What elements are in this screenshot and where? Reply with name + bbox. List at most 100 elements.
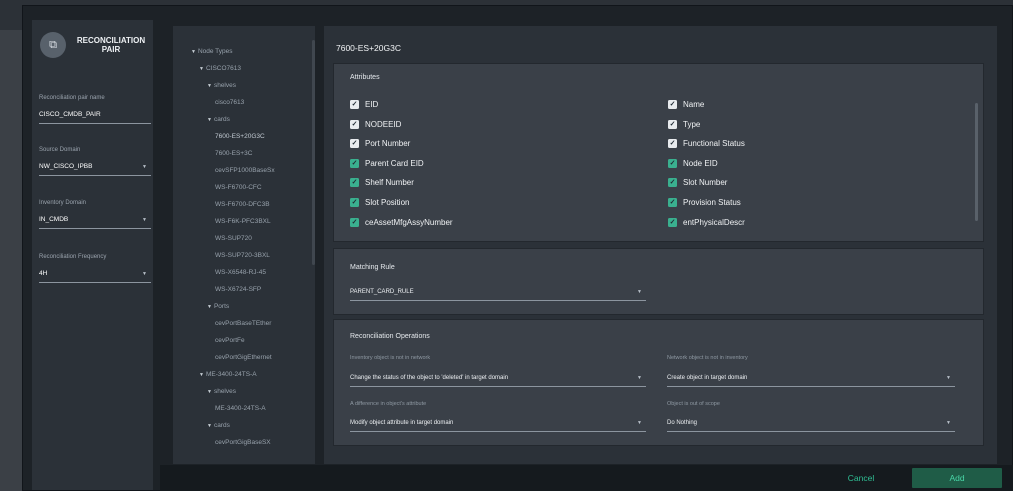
dialog-footer: Cancel Add bbox=[160, 465, 1013, 491]
pair-settings-panel: ⧉ RECONCILIATION PAIR Reconciliation pai… bbox=[32, 20, 153, 490]
chevron-down-icon[interactable]: ▼ bbox=[207, 117, 212, 123]
tree-item[interactable]: 7600-ES+20G3C bbox=[215, 133, 265, 140]
checkbox-checked-icon[interactable]: ✓ bbox=[350, 198, 359, 207]
chevron-down-icon: ▼ bbox=[142, 163, 147, 170]
attribute-checkbox[interactable]: ✓ NODEEID bbox=[350, 119, 402, 129]
tree-item-label: Node Types bbox=[197, 48, 233, 55]
attribute-checkbox[interactable]: ✓ Provision Status bbox=[668, 198, 741, 207]
attribute-checkbox[interactable]: ✓ Port Number bbox=[350, 139, 411, 149]
attribute-checkbox[interactable]: ✓ Shelf Number bbox=[350, 178, 414, 188]
checkbox-checked-icon[interactable]: ✓ bbox=[668, 158, 677, 168]
attribute-checkbox[interactable]: ✓ Name bbox=[668, 100, 704, 109]
checkbox-checked-icon[interactable]: ✓ bbox=[350, 217, 359, 227]
tree-item[interactable]: cevPortGigBaseSX bbox=[215, 439, 271, 446]
tree-item[interactable]: cevPortBaseTEther bbox=[215, 320, 271, 327]
pair-icon: ⧉ bbox=[40, 32, 66, 58]
attributes-card: Attributes ✓ EID ✓ NODEEID ✓ Port Number ✓ Pare… bbox=[333, 63, 984, 242]
add-button[interactable]: Add bbox=[912, 468, 1002, 488]
op-select-network-missing[interactable]: Create object in target domain ▼ bbox=[667, 375, 955, 387]
inventory-domain-label: Inventory Domain bbox=[39, 200, 87, 206]
tree-item[interactable]: cevSFP1000BaseSx bbox=[215, 167, 275, 174]
pair-name-input[interactable]: CISCO_CMDB_PAIR bbox=[39, 111, 151, 124]
attribute-checkbox[interactable]: ✓ Node EID bbox=[668, 158, 718, 168]
checkbox-checked-icon[interactable]: ✓ bbox=[350, 178, 359, 188]
tree-item-label: ME-3400-24TS-A bbox=[205, 371, 257, 378]
matching-rule-title: Matching Rule bbox=[350, 264, 395, 271]
attribute-checkbox[interactable]: ✓ Parent Card EID bbox=[350, 158, 424, 168]
op-select-out-of-scope[interactable]: Do Nothing ▼ bbox=[667, 420, 955, 432]
chevron-down-icon[interactable]: ▼ bbox=[207, 423, 212, 429]
tree-scrollbar[interactable] bbox=[312, 40, 315, 265]
tree-item[interactable]: cisco7613 bbox=[215, 99, 244, 106]
attribute-label: entPhysicalDescr bbox=[683, 217, 745, 227]
chevron-down-icon[interactable]: ▼ bbox=[207, 83, 212, 89]
reconciliation-operations-card: Reconciliation Operations Inventory obje… bbox=[333, 319, 984, 446]
checkbox-checked-icon[interactable]: ✓ bbox=[350, 119, 359, 129]
tree-item[interactable]: 7600-ES+3C bbox=[215, 150, 252, 157]
tree-item-label: 7600-ES+20G3C bbox=[215, 133, 265, 140]
checkbox-checked-icon[interactable]: ✓ bbox=[668, 139, 677, 149]
attribute-checkbox[interactable]: ✓ Type bbox=[668, 119, 700, 129]
op-label-out-of-scope: Object is out of scope bbox=[667, 401, 720, 407]
tree-item[interactable]: ▼ cards bbox=[207, 116, 230, 123]
checkbox-checked-icon[interactable]: ✓ bbox=[668, 198, 677, 207]
inventory-domain-select[interactable]: IN_CMDB ▼ bbox=[39, 216, 151, 229]
tree-item[interactable]: ▼ Ports bbox=[207, 303, 229, 310]
attributes-scrollbar[interactable] bbox=[975, 103, 978, 221]
chevron-down-icon[interactable]: ▼ bbox=[207, 389, 212, 395]
attribute-label: Shelf Number bbox=[365, 178, 414, 188]
pair-name-value: CISCO_CMDB_PAIR bbox=[39, 111, 101, 118]
op-select-inventory-missing[interactable]: Change the status of the object to 'dele… bbox=[350, 375, 646, 387]
attribute-checkbox[interactable]: ✓ Slot Number bbox=[668, 178, 727, 188]
tree-item-label: shelves bbox=[213, 388, 236, 395]
tree-item[interactable]: ▼ shelves bbox=[207, 388, 236, 395]
checkbox-checked-icon[interactable]: ✓ bbox=[350, 139, 359, 149]
op-label-inventory-missing: Inventory object is not in network bbox=[350, 355, 431, 361]
chevron-down-icon: ▼ bbox=[637, 375, 642, 381]
tree-item[interactable]: WS-F6K-PFC3BXL bbox=[215, 218, 271, 225]
checkbox-checked-icon[interactable]: ✓ bbox=[668, 100, 677, 109]
op-select-attribute-diff[interactable]: Modify object attribute in target domain… bbox=[350, 420, 646, 432]
tree-item[interactable]: ▼ cards bbox=[207, 422, 230, 429]
checkbox-checked-icon[interactable]: ✓ bbox=[668, 119, 677, 129]
source-domain-select[interactable]: NW_CISCO_IPBB ▼ bbox=[39, 163, 151, 176]
frequency-select[interactable]: 4H ▼ bbox=[39, 270, 151, 283]
tree-item-label: ME-3400-24TS-A bbox=[215, 405, 266, 412]
chevron-down-icon[interactable]: ▼ bbox=[191, 49, 196, 55]
tree-item-label: WS-SUP720 bbox=[215, 235, 252, 242]
checkbox-checked-icon[interactable]: ✓ bbox=[668, 217, 677, 227]
chevron-down-icon[interactable]: ▼ bbox=[207, 304, 212, 310]
tree-item[interactable]: ▼ shelves bbox=[207, 82, 236, 89]
tree-item[interactable]: WS-X6724-SFP bbox=[215, 286, 261, 293]
attribute-checkbox[interactable]: ✓ Functional Status bbox=[668, 139, 745, 149]
checkbox-checked-icon[interactable]: ✓ bbox=[350, 100, 359, 109]
attribute-checkbox[interactable]: ✓ entPhysicalDescr bbox=[668, 217, 745, 227]
chevron-down-icon: ▼ bbox=[142, 216, 147, 223]
tree-item[interactable]: cevPortGigEthernet bbox=[215, 354, 272, 361]
attribute-label: Parent Card EID bbox=[365, 158, 424, 168]
tree-item[interactable]: ▼ CISCO7613 bbox=[199, 65, 241, 72]
attribute-checkbox[interactable]: ✓ EID bbox=[350, 100, 378, 109]
attribute-checkbox[interactable]: ✓ ceAssetMfgAssyNumber bbox=[350, 217, 453, 227]
attribute-label: EID bbox=[365, 100, 379, 109]
tree-item[interactable]: ▼ ME-3400-24TS-A bbox=[199, 371, 257, 378]
attribute-label: NODEEID bbox=[365, 119, 402, 129]
cancel-button[interactable]: Cancel bbox=[836, 468, 886, 488]
tree-item[interactable]: WS-F6700-CFC bbox=[215, 184, 262, 191]
tree-item[interactable]: WS-SUP720 bbox=[215, 235, 252, 242]
tree-item[interactable]: WS-X6548-RJ-45 bbox=[215, 269, 266, 276]
checkbox-checked-icon[interactable]: ✓ bbox=[350, 158, 359, 168]
tree-item[interactable]: WS-SUP720-3BXL bbox=[215, 252, 270, 259]
tree-item[interactable]: ME-3400-24TS-A bbox=[215, 405, 266, 412]
tree-item[interactable]: cevPortFe bbox=[215, 337, 245, 344]
tree-item[interactable]: ▼ Node Types bbox=[191, 48, 233, 55]
dialog-header: ⧉ RECONCILIATION PAIR bbox=[40, 32, 147, 58]
tree-item[interactable]: WS-F6700-DFC3B bbox=[215, 201, 270, 208]
chevron-down-icon[interactable]: ▼ bbox=[199, 372, 204, 378]
matching-rule-select[interactable]: PARENT_CARD_RULE ▼ bbox=[350, 289, 646, 301]
attribute-checkbox[interactable]: ✓ Slot Position bbox=[350, 198, 409, 207]
checkbox-checked-icon[interactable]: ✓ bbox=[668, 178, 677, 188]
op-value-inventory-missing: Change the status of the object to 'dele… bbox=[350, 375, 509, 381]
attribute-label: Port Number bbox=[365, 139, 411, 149]
chevron-down-icon[interactable]: ▼ bbox=[199, 66, 204, 72]
